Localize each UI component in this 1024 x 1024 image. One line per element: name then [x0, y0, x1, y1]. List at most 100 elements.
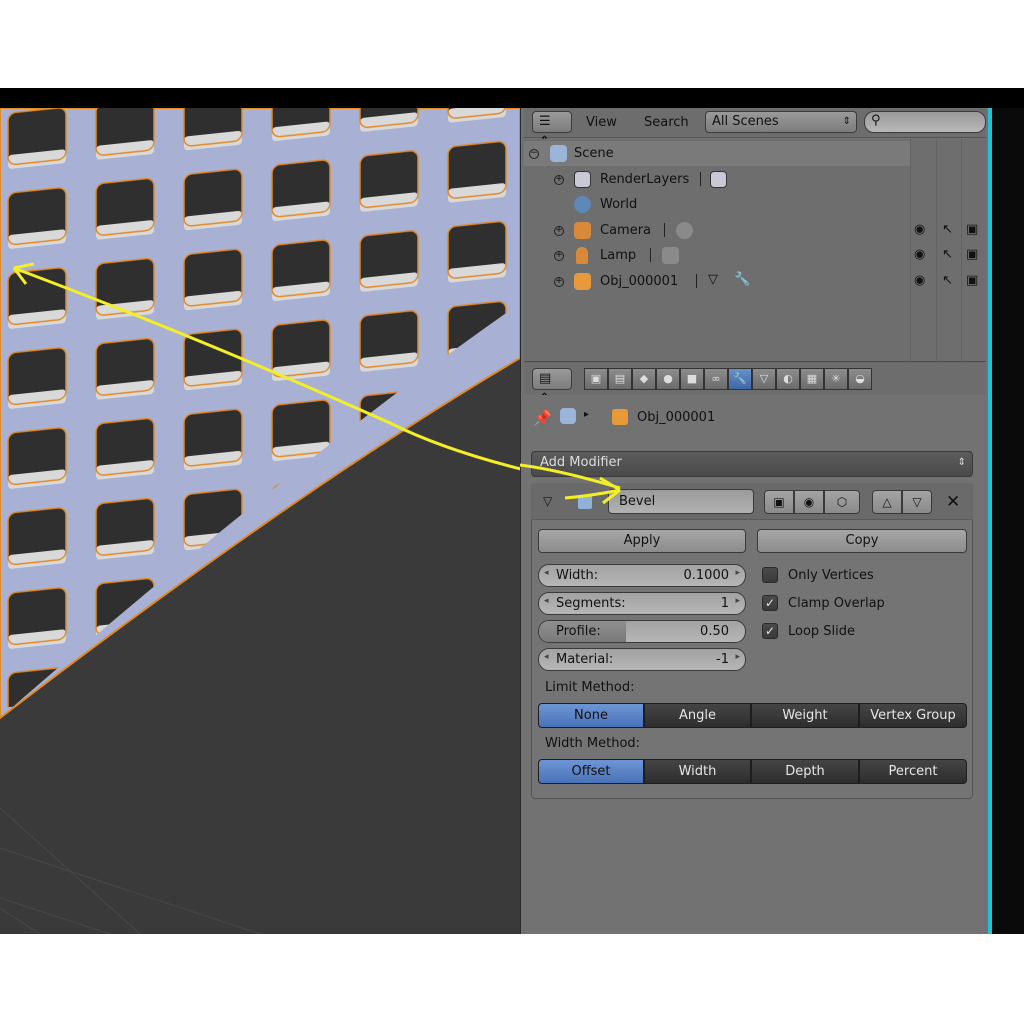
- 3d-viewport[interactable]: [0, 108, 520, 934]
- move-down-icon[interactable]: ▽: [902, 490, 932, 514]
- cursor-icon[interactable]: ↖: [942, 273, 953, 288]
- particles-tab[interactable]: ✳: [824, 368, 848, 390]
- object-breadcrumb: Obj_000001: [637, 410, 716, 425]
- dropdown-arrows-icon: ⇕: [842, 116, 851, 127]
- modifier-name-field[interactable]: Bevel: [608, 489, 754, 514]
- viewport-render: [0, 108, 520, 934]
- apply-button[interactable]: Apply: [538, 529, 746, 553]
- cursor-icon[interactable]: ↖: [942, 222, 953, 237]
- material-field[interactable]: ◂ Material: -1 ▸: [538, 648, 746, 671]
- move-up-icon[interactable]: △: [872, 490, 902, 514]
- outliner-tree: − Scene + RenderLayers World + Camera ◉ …: [524, 139, 986, 361]
- tree-row-renderlayers[interactable]: + RenderLayers: [524, 167, 910, 192]
- profile-value: 0.50: [700, 624, 729, 639]
- render-icon[interactable]: ▣: [966, 247, 978, 262]
- render-icon[interactable]: ▣: [966, 222, 978, 237]
- clamp-overlap-label: Clamp Overlap: [788, 596, 885, 611]
- eye-icon[interactable]: ◉: [794, 490, 824, 514]
- only-vertices-checkbox[interactable]: [762, 567, 778, 583]
- copy-button[interactable]: Copy: [757, 529, 967, 553]
- width-value: 0.1000: [683, 568, 730, 583]
- top-bar: [0, 88, 1024, 108]
- renderlayers-icon: [574, 171, 591, 188]
- scenes-dropdown-label: All Scenes: [712, 114, 779, 129]
- editmode-toggle-icon[interactable]: ⬡: [824, 490, 860, 514]
- width-label: Width:: [556, 568, 599, 583]
- eye-icon[interactable]: ◉: [914, 222, 925, 237]
- segments-value: 1: [720, 596, 729, 611]
- width-method-label: Width Method:: [545, 736, 641, 751]
- material-tab[interactable]: ◐: [776, 368, 800, 390]
- clamp-overlap-checkbox[interactable]: ✓: [762, 595, 778, 611]
- eye-icon[interactable]: ◉: [914, 273, 925, 288]
- editor-type-icon[interactable]: ▤ ⇕: [532, 368, 572, 406]
- tree-row-lamp[interactable]: + Lamp ◉ ↖ ▣: [524, 243, 978, 268]
- tree-row-object[interactable]: + Obj_000001 ▽ 🔧 ◉ ↖ ▣: [524, 269, 978, 294]
- limit-angle-option[interactable]: Angle: [644, 703, 751, 728]
- wrench-icon: 🔧: [734, 272, 751, 287]
- world-tab[interactable]: ●: [656, 368, 680, 390]
- width-depth-option[interactable]: Depth: [751, 759, 859, 784]
- segments-field[interactable]: ◂ Segments: 1 ▸: [538, 592, 746, 615]
- data-tab[interactable]: ▽: [752, 368, 776, 390]
- cursor-icon[interactable]: ↖: [942, 247, 953, 262]
- close-icon[interactable]: ✕: [946, 492, 960, 512]
- width-offset-option[interactable]: Offset: [538, 759, 644, 784]
- eye-icon[interactable]: ◉: [914, 247, 925, 262]
- texture-tab[interactable]: ▦: [800, 368, 824, 390]
- renderlayers-label: RenderLayers: [600, 172, 690, 187]
- expand-icon[interactable]: +: [554, 226, 564, 236]
- pin-icon[interactable]: 📌: [533, 409, 552, 427]
- object-tab[interactable]: ■: [680, 368, 704, 390]
- expand-icon[interactable]: +: [554, 277, 564, 287]
- constraints-tab[interactable]: ∞: [704, 368, 728, 390]
- window-background: [992, 108, 1024, 934]
- render-icon[interactable]: ▣: [966, 273, 978, 288]
- tree-row-camera[interactable]: + Camera ◉ ↖ ▣: [524, 218, 978, 243]
- add-modifier-dropdown[interactable]: Add Modifier ⇕: [531, 451, 973, 477]
- tree-row-scene[interactable]: − Scene: [524, 141, 910, 166]
- collapse-icon[interactable]: −: [529, 149, 539, 159]
- profile-slider[interactable]: Profile: 0.50: [538, 620, 746, 643]
- add-modifier-label: Add Modifier: [540, 455, 622, 470]
- limit-weight-option[interactable]: Weight: [751, 703, 859, 728]
- world-label: World: [600, 197, 638, 212]
- render-toggle-icon[interactable]: ▣: [764, 490, 794, 514]
- tree-row-world[interactable]: World: [524, 192, 910, 217]
- width-width-option[interactable]: Width: [644, 759, 751, 784]
- width-field[interactable]: ◂ Width: 0.1000 ▸: [538, 564, 746, 587]
- scene-icon: [550, 145, 567, 162]
- search-menu[interactable]: Search: [644, 115, 689, 130]
- editor-type-icon[interactable]: ☰ ⇕: [532, 111, 572, 149]
- limit-vertex-group-option[interactable]: Vertex Group: [859, 703, 967, 728]
- camera-icon: [574, 222, 591, 239]
- view-menu[interactable]: View: [586, 115, 617, 130]
- collapse-triangle-icon[interactable]: ▽: [543, 494, 552, 508]
- decrement-icon[interactable]: ◂: [544, 596, 549, 606]
- expand-icon[interactable]: +: [554, 251, 564, 261]
- increment-icon[interactable]: ▸: [735, 652, 740, 662]
- scene-tab[interactable]: ◆: [632, 368, 656, 390]
- increment-icon[interactable]: ▸: [735, 596, 740, 606]
- camera-label: Camera: [600, 223, 652, 238]
- cube-icon: [612, 409, 628, 425]
- decrement-icon[interactable]: ◂: [544, 652, 549, 662]
- mesh-data-icon: ▽: [708, 272, 718, 287]
- loop-slide-label: Loop Slide: [788, 624, 856, 639]
- profile-label: Profile:: [556, 624, 601, 639]
- modifiers-tab[interactable]: 🔧: [728, 368, 752, 390]
- render-tab[interactable]: ▣: [584, 368, 608, 390]
- scenes-dropdown[interactable]: All Scenes ⇕: [705, 111, 857, 133]
- search-input[interactable]: ⚲: [864, 111, 986, 133]
- renderlayers-tab[interactable]: ▤: [608, 368, 632, 390]
- limit-none-option[interactable]: None: [538, 703, 644, 728]
- loop-slide-checkbox[interactable]: ✓: [762, 623, 778, 639]
- material-value: -1: [716, 652, 729, 667]
- increment-icon[interactable]: ▸: [735, 568, 740, 578]
- modifier-type-icon: [578, 495, 592, 509]
- decrement-icon[interactable]: ◂: [544, 568, 549, 578]
- expand-icon[interactable]: +: [554, 175, 564, 185]
- width-percent-option[interactable]: Percent: [859, 759, 967, 784]
- physics-tab[interactable]: ◒: [848, 368, 872, 390]
- world-icon: [574, 196, 591, 213]
